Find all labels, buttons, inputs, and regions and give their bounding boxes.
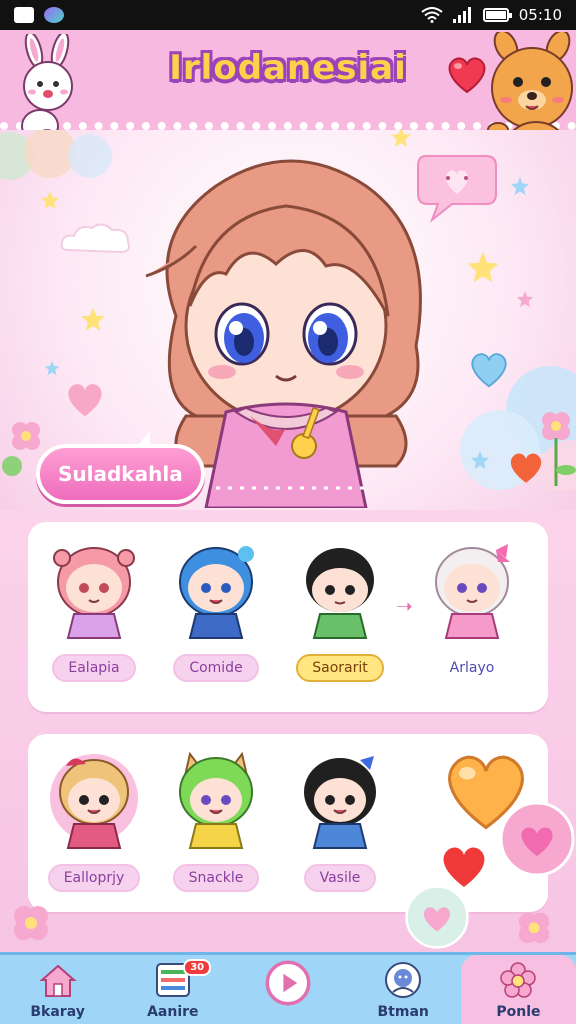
character-name-label: Snackle — [172, 864, 260, 892]
notification-badge: 30 — [183, 959, 212, 976]
nav-item-home[interactable]: Bkaray — [0, 955, 115, 1024]
app-notification-icon — [44, 7, 64, 23]
status-time: 05:10 — [518, 6, 562, 24]
wifi-icon — [421, 7, 443, 23]
flower-icon — [518, 912, 550, 944]
face-icon — [385, 962, 422, 998]
flower-icon — [542, 412, 576, 486]
chibi-character-avatar — [304, 756, 376, 849]
chibi-character-avatar — [50, 754, 138, 849]
flower-icon — [14, 906, 48, 940]
character-slot-selected[interactable]: Saorarit — [280, 540, 400, 682]
character-slot[interactable]: Ealloprjy — [34, 750, 154, 892]
app-header: Irlodanesiai — [0, 30, 576, 183]
nav-label: Bkaray — [30, 1004, 85, 1020]
character-name-label: Arlayo — [449, 660, 495, 676]
arrow-right-icon: ➝ — [396, 594, 413, 618]
chibi-character-avatar — [179, 546, 254, 639]
character-name-tag[interactable]: Suladkahla — [36, 430, 205, 504]
star-icon — [511, 177, 529, 195]
heart-icon — [471, 353, 507, 388]
character-name-label: Ealapia — [52, 654, 136, 682]
nav-label: Aanire — [147, 1004, 199, 1020]
nav-item-list[interactable]: 30 Aanire — [115, 955, 230, 1024]
heart-icon — [68, 384, 102, 417]
character-name-label: Saorarit — [296, 654, 384, 682]
character-slot[interactable]: Snackle — [156, 750, 276, 892]
star-icon — [81, 307, 105, 331]
star-icon — [471, 451, 489, 469]
character-slot[interactable]: Vasile — [280, 750, 400, 892]
heart-bubble-icon — [499, 801, 575, 877]
chibi-character-avatar — [179, 751, 253, 849]
flower-icon — [500, 962, 537, 998]
heart-bubble-icon — [405, 885, 469, 949]
signal-icon — [452, 7, 473, 23]
nav-label: Ponle — [496, 1004, 541, 1020]
chibi-character-avatar — [306, 548, 374, 639]
character-slot[interactable]: Arlayo — [412, 540, 532, 682]
nav-label: Btman — [377, 1004, 429, 1020]
star-icon — [516, 290, 534, 308]
chibi-character-avatar — [435, 544, 510, 639]
star-icon — [41, 191, 59, 209]
status-bar: 05:10 — [0, 0, 576, 30]
cloud-icon — [60, 223, 130, 254]
character-slot[interactable]: Comide — [156, 540, 276, 682]
star-icon — [44, 360, 60, 376]
chibi-character-avatar — [53, 547, 135, 639]
home-icon — [38, 964, 77, 997]
nav-item-play[interactable] — [230, 955, 345, 1024]
nav-item-profile[interactable]: Btman — [346, 955, 461, 1024]
play-icon — [265, 960, 311, 1006]
character-name-label: Comide — [173, 654, 259, 682]
character-roster-card: Ealapia Comide Saorarit ➝ Arlayo — [28, 522, 548, 712]
battery-icon — [482, 8, 512, 22]
character-name-label: Ealloprjy — [47, 864, 141, 892]
star-icon — [467, 251, 499, 283]
photo-icon — [14, 7, 34, 23]
bottom-navigation: Bkaray 30 Aanire Btman Ponle — [0, 952, 576, 1024]
nav-item-settings[interactable]: Ponle — [460, 955, 576, 1024]
character-slot[interactable]: Ealapia — [34, 540, 154, 682]
character-name-label: Vasile — [303, 864, 377, 892]
cloud-icon — [0, 130, 112, 180]
